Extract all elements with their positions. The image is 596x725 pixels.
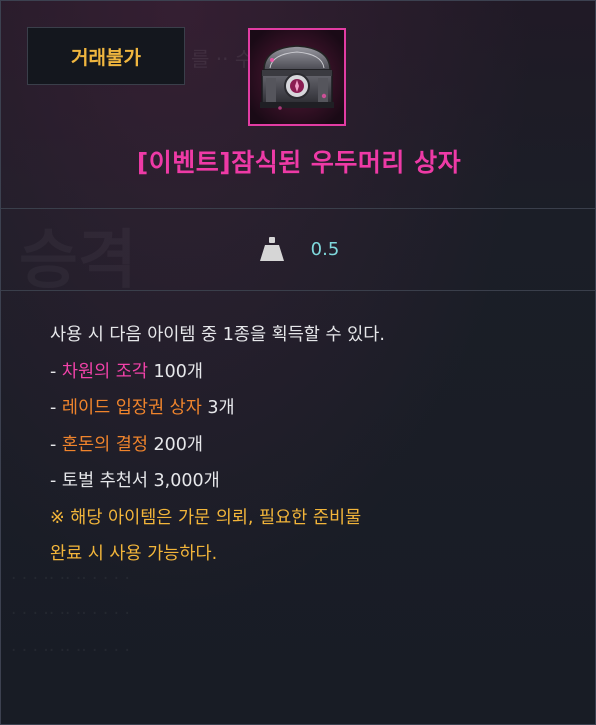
reward-name: 레이드 입장권 상자	[61, 398, 202, 418]
divider	[1, 290, 595, 291]
weight-icon	[259, 237, 284, 261]
description-intro: 사용 시 다음 아이템 중 1종을 획득할 수 있다.	[50, 325, 385, 345]
usage-note: ※ 해당 아이템은 가문 의뢰, 필요한 준비물	[50, 507, 362, 528]
item-description: 사용 시 다음 아이템 중 1종을 획득할 수 있다. - 차원의 조각 100…	[50, 317, 385, 573]
reward-line: - 토벌 추천서 3,000개	[50, 471, 220, 491]
weight-row: 0.5	[1, 229, 595, 269]
reward-name: 토벌 추천서	[61, 471, 148, 491]
usage-note: 완료 시 사용 가능하다.	[50, 544, 218, 564]
item-name: [이벤트]잠식된 우두머리 상자	[136, 148, 462, 177]
reward-amount: 100개	[147, 361, 204, 382]
reward-line: - 혼돈의 결정 200개	[50, 434, 204, 455]
trade-status-badge: 거래불가	[27, 27, 185, 85]
reward-name: 차원의 조각	[61, 361, 148, 382]
divider	[1, 208, 595, 209]
reward-line: - 차원의 조각 100개	[50, 361, 204, 382]
item-tooltip: 승격 를 ·· 수령 · · · ·· ·· ·· · · · · · · · …	[0, 0, 596, 725]
trade-status-label: 거래불가	[71, 46, 141, 69]
treasure-chest-icon	[248, 28, 346, 126]
reward-amount: 3개	[201, 398, 235, 418]
reward-amount: 3,000개	[147, 471, 220, 491]
reward-line: - 레이드 입장권 상자 3개	[50, 398, 235, 418]
weight-value: 0.5	[310, 238, 340, 260]
reward-amount: 200개	[147, 434, 204, 455]
reward-name: 혼돈의 결정	[61, 434, 148, 455]
